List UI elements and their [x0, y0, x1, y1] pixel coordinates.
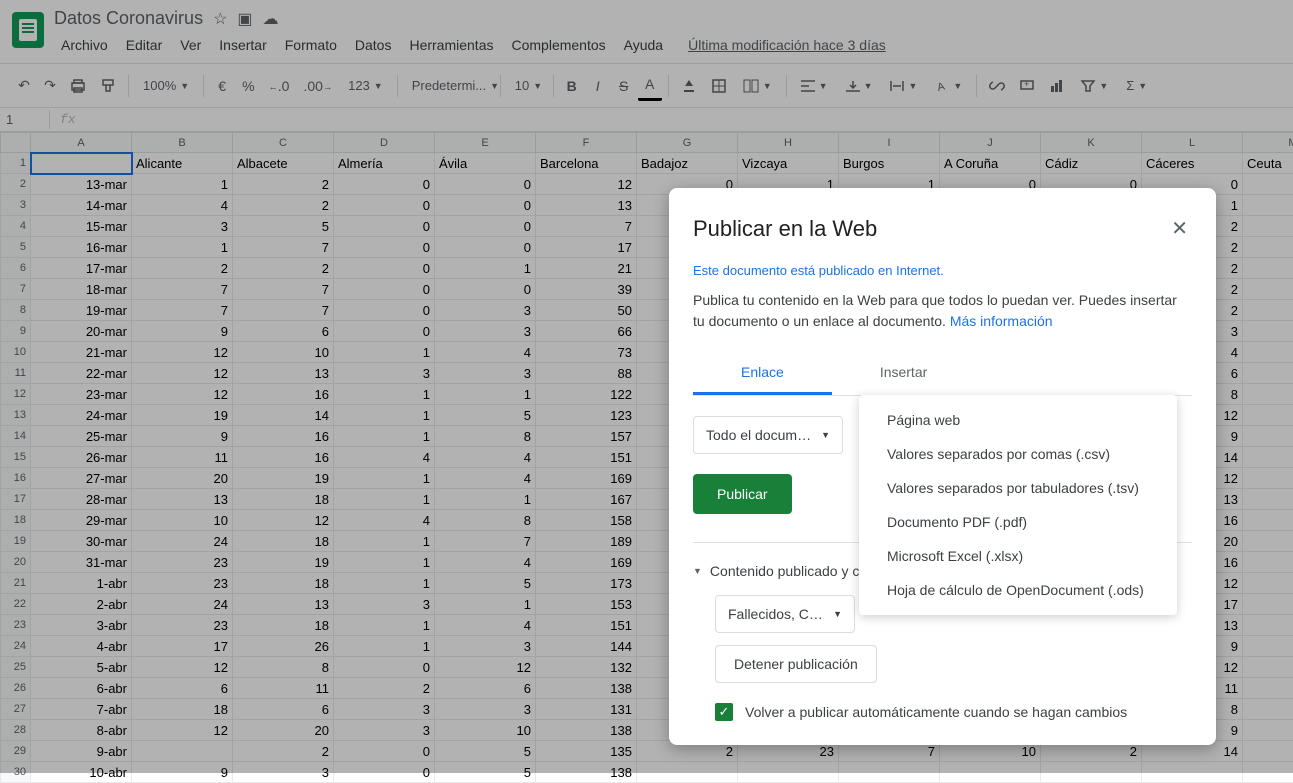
- format-option[interactable]: Microsoft Excel (.xlsx): [859, 539, 1177, 573]
- close-icon[interactable]: ✕: [1167, 212, 1192, 245]
- format-option[interactable]: Valores separados por comas (.csv): [859, 437, 1177, 471]
- chevron-down-icon: ▼: [833, 609, 842, 619]
- chevron-down-icon: ▼: [821, 430, 830, 440]
- format-option[interactable]: Documento PDF (.pdf): [859, 505, 1177, 539]
- tab-insert[interactable]: Insertar: [832, 352, 975, 395]
- sheets-select[interactable]: Fallecidos, Casos…▼: [715, 595, 855, 633]
- format-option[interactable]: Página web: [859, 403, 1177, 437]
- format-option[interactable]: Valores separados por tabuladores (.tsv): [859, 471, 1177, 505]
- stop-publish-button[interactable]: Detener publicación: [715, 645, 877, 683]
- more-info-link[interactable]: Más información: [950, 313, 1053, 329]
- document-select[interactable]: Todo el documen…▼: [693, 416, 843, 454]
- published-notice-link[interactable]: Este documento está publicado en Interne…: [693, 263, 1192, 278]
- tab-link[interactable]: Enlace: [693, 352, 832, 395]
- format-dropdown-menu: Página webValores separados por comas (.…: [859, 395, 1177, 615]
- dialog-description: Publica tu contenido en la Web para que …: [693, 290, 1192, 332]
- dialog-title: Publicar en la Web: [693, 216, 877, 242]
- triangle-down-icon: ▼: [693, 566, 702, 576]
- format-option[interactable]: Hoja de cálculo de OpenDocument (.ods): [859, 573, 1177, 607]
- republish-checkbox[interactable]: ✓: [715, 703, 733, 721]
- publish-button[interactable]: Publicar: [693, 474, 792, 514]
- republish-label: Volver a publicar automáticamente cuando…: [745, 704, 1127, 720]
